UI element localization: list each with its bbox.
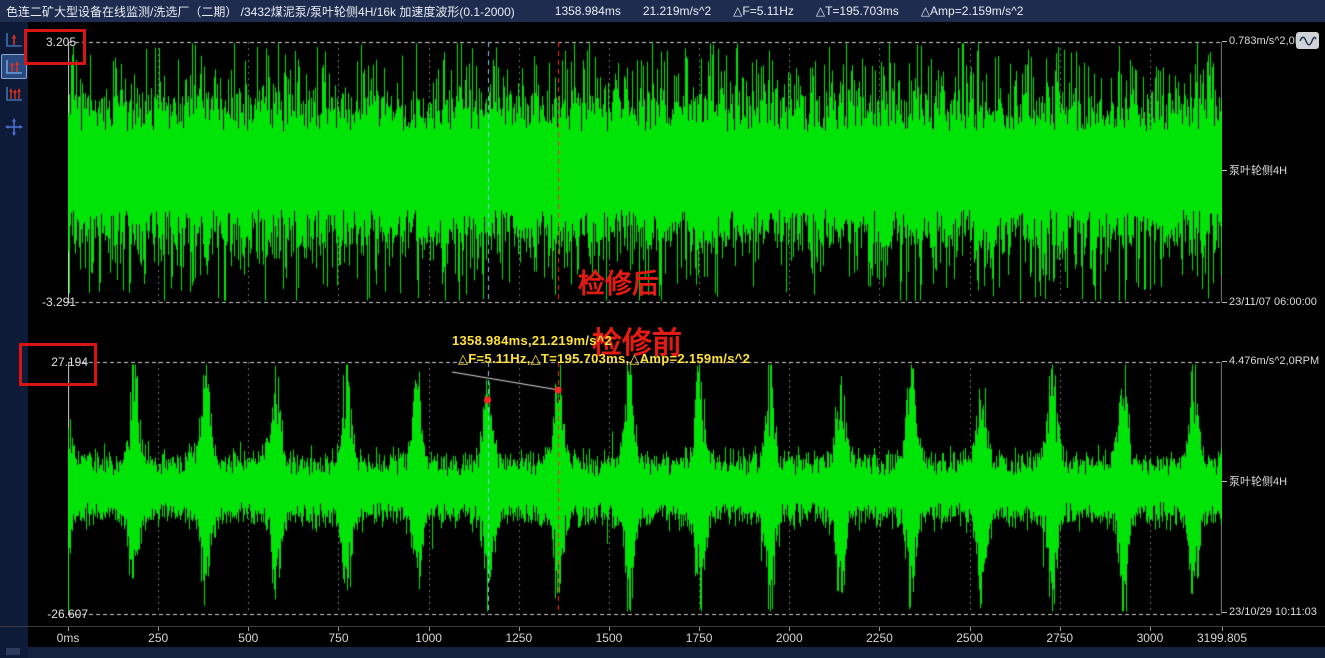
multi-cursor-tool-button[interactable] <box>1 81 27 106</box>
x-tick-label-9: 2250 <box>839 631 919 645</box>
x-tick-label-13: 3199.805 <box>1182 631 1262 645</box>
tool-sidebar <box>0 22 28 658</box>
x-tick-label-4: 1000 <box>389 631 469 645</box>
readout-amplitude: 21.219m/s^2 <box>643 4 711 18</box>
plot1-ymin-label: -3.291 <box>10 295 76 309</box>
plot2-cursor-value-label: 4.476m/s^2,0RPM <box>1222 355 1319 367</box>
vibration-monitor-window: 色连二矿大型设备在线监测/洗选厂（二期） /3432煤泥泵/泵叶轮侧4H/16k… <box>0 0 1325 658</box>
x-axis: 0ms 250 500 750 1000 1250 1500 1750 2000 2250 2500… <box>0 626 1325 648</box>
plot2-timestamp-label: 23/10/29 10:11:03 <box>1222 606 1317 618</box>
readout-delta-t: △T=195.703ms <box>816 4 899 18</box>
x-tick-label-2: 500 <box>208 631 288 645</box>
readout-time: 1358.984ms <box>555 4 621 18</box>
x-tick-label-11: 2750 <box>1020 631 1100 645</box>
readout-delta-f: △F=5.11Hz <box>733 4 794 18</box>
axis-tick <box>1222 41 1227 42</box>
sidebar-grip[interactable] <box>6 648 20 655</box>
highlight-box-plot1-ymax <box>24 29 86 65</box>
x-tick-label-3: 750 <box>298 631 378 645</box>
axis-tick <box>1222 612 1227 613</box>
cursor-readouts: 1358.984ms 21.219m/s^2 △F=5.11Hz △T=195.… <box>555 4 1024 18</box>
x-tick-label-7: 1750 <box>659 631 739 645</box>
axis-tick <box>1222 170 1227 171</box>
annotation-after-repair: 检修后 <box>578 262 659 301</box>
pan-tool-button[interactable] <box>1 114 27 139</box>
x-tick-label-8: 2000 <box>749 631 829 645</box>
plot1-timestamp-label: 23/11/07 06:00:00 <box>1222 296 1317 308</box>
pan-icon <box>4 117 24 137</box>
axis-tick <box>1222 302 1227 303</box>
multi-cursor-icon <box>4 85 24 103</box>
cursor-annotation-line1: 1358.984ms,21.219m/s^2 <box>452 333 612 348</box>
x-tick-label-12: 3000 <box>1110 631 1190 645</box>
waveform-plot-before-repair[interactable] <box>68 345 1222 630</box>
title-bar: 色连二矿大型设备在线监测/洗选厂（二期） /3432煤泥泵/泵叶轮侧4H/16k… <box>0 0 1325 22</box>
plot1-channel-label: 泵叶轮侧4H <box>1222 162 1287 178</box>
bottom-scrollbar[interactable] <box>28 647 1325 658</box>
sine-wave-icon <box>1299 35 1317 47</box>
waveform-view-button[interactable] <box>1296 32 1319 49</box>
double-cursor-icon <box>4 58 24 76</box>
axis-tick <box>1222 361 1227 362</box>
highlight-box-plot2-ymax <box>19 343 97 386</box>
cursor-annotation-line2: △F=5.11Hz,△T=195.703ms,△Amp=2.159m/s^2 <box>458 351 750 367</box>
axis-tick <box>1222 481 1227 482</box>
plot2-channel-label: 泵叶轮侧4H <box>1222 473 1287 489</box>
plot2-ymin-label: -26.607 <box>24 607 88 621</box>
x-tick-label-1: 250 <box>118 631 198 645</box>
x-tick-label-5: 1250 <box>479 631 559 645</box>
x-tick-label-0: 0ms <box>28 631 108 645</box>
readout-delta-amp: △Amp=2.159m/s^2 <box>921 4 1024 18</box>
x-tick-label-10: 2500 <box>930 631 1010 645</box>
x-tick-label-6: 1500 <box>569 631 649 645</box>
breadcrumb-path: 色连二矿大型设备在线监测/洗选厂（二期） /3432煤泥泵/泵叶轮侧4H/16k… <box>0 3 515 20</box>
